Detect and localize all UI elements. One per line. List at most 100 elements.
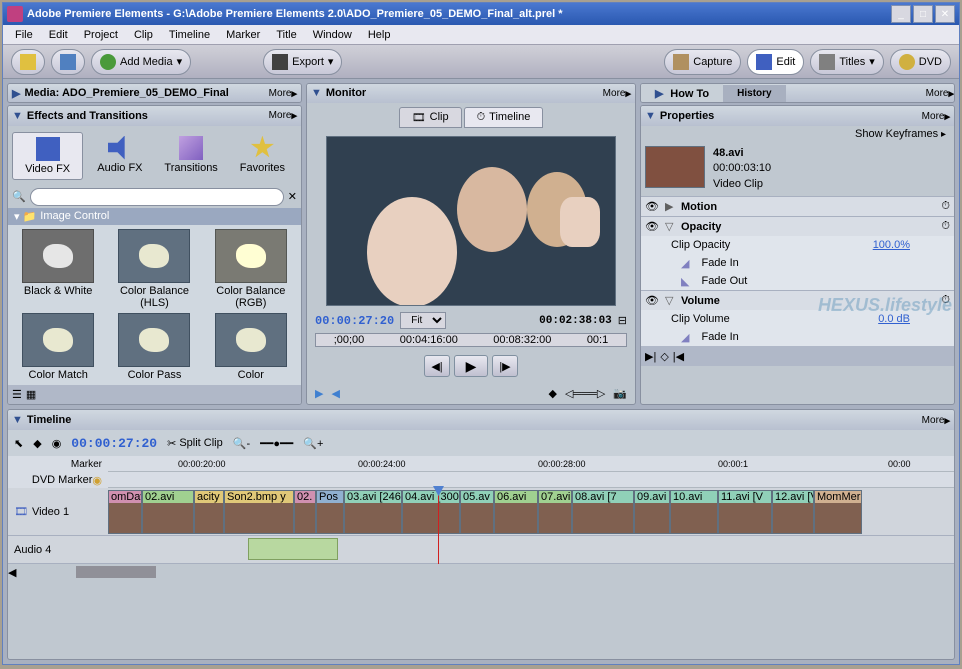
scroll-left-icon[interactable]: ◀ [8, 566, 16, 579]
dvd-button[interactable]: DVD [890, 49, 951, 75]
fx-search-input[interactable] [30, 188, 284, 206]
eye-icon[interactable]: 👁 [645, 200, 659, 213]
zoom-out-icon[interactable]: 🔍- [233, 437, 250, 450]
monitor-tab-timeline[interactable]: ⏱Timeline [464, 107, 544, 128]
timeline-clip[interactable]: 06.avi [494, 490, 538, 534]
fade-in-button[interactable]: ◢Fade In [641, 254, 954, 272]
marker-tool-icon[interactable]: ◆ [33, 437, 41, 450]
playhead[interactable] [438, 488, 439, 564]
titles-button[interactable]: Titles ▾ [810, 49, 883, 75]
menu-marker[interactable]: Marker [218, 27, 268, 43]
save-button[interactable] [51, 49, 85, 75]
play-button[interactable]: ▶ [454, 355, 488, 377]
timeline-clip[interactable]: 08.avi [7 [572, 490, 634, 534]
open-button[interactable] [11, 49, 45, 75]
timeline-clip[interactable]: MomMeri [814, 490, 862, 534]
split-clip-button[interactable]: ✂Split Clip [167, 437, 223, 450]
eye-icon[interactable]: 👁 [645, 220, 659, 233]
edit-mode-button[interactable]: Edit [747, 49, 804, 75]
timeline-clip[interactable]: 12.avi [V [772, 490, 814, 534]
menu-title[interactable]: Title [268, 27, 304, 43]
audio-clip[interactable] [248, 538, 338, 560]
grid-view-icon[interactable]: ▦ [26, 388, 36, 401]
monitor-more-button[interactable]: More [603, 88, 626, 99]
close-button[interactable]: ✕ [935, 5, 955, 23]
timeline-clip[interactable]: acity [194, 490, 224, 534]
dvd-marker-tool-icon[interactable]: ◉ [52, 437, 62, 450]
capture-button[interactable]: Capture [664, 49, 741, 75]
zoom-slider[interactable]: ━━●━━ [260, 437, 293, 450]
menu-help[interactable]: Help [360, 27, 399, 43]
vol-fade-in-button[interactable]: ◢Fade In [641, 328, 954, 346]
tab-history[interactable]: History [723, 85, 785, 102]
collapse-icon[interactable]: ▼ [12, 414, 23, 426]
shuttle-slider[interactable]: ◁═══▷ [565, 387, 605, 400]
timeline-clip[interactable]: 07.avi [538, 490, 572, 534]
zoom-fit-select[interactable]: Fit [400, 312, 446, 329]
media-panel-header[interactable]: ▶ Media: ADO_Premiere_05_DEMO_Final More… [8, 84, 301, 102]
fx-item[interactable]: Color Balance (RGB) [205, 229, 297, 309]
clear-search-icon[interactable]: ✕ [288, 190, 297, 203]
snapshot-icon[interactable]: 📷 [613, 387, 627, 400]
add-media-button[interactable]: Add Media ▾ [91, 49, 191, 75]
menu-window[interactable]: Window [305, 27, 360, 43]
scrollbar-thumb[interactable] [76, 566, 156, 578]
fx-item[interactable]: Color [205, 313, 297, 381]
fx-more-button[interactable]: More [269, 110, 292, 121]
fx-item[interactable]: Color Balance (HLS) [108, 229, 200, 309]
fx-item[interactable]: Color Match [12, 313, 104, 381]
timeline-clip[interactable]: omDav [108, 490, 142, 534]
in-point-icon[interactable]: ▶ [315, 387, 323, 400]
howto-more-button[interactable]: More [926, 88, 949, 99]
monitor-viewport[interactable] [326, 136, 616, 306]
prev-kf-icon[interactable]: ▶| [645, 350, 656, 363]
timeline-ruler[interactable]: 00:00:20:00 00:00:24:00 00:00:28:00 00:0… [108, 456, 954, 488]
export-button[interactable]: Export ▾ [263, 49, 342, 75]
next-kf-icon[interactable]: |◀ [673, 350, 684, 363]
show-keyframes-button[interactable]: Show Keyframes ▸ [641, 126, 954, 142]
eye-icon[interactable]: 👁 [645, 294, 659, 307]
timeline-clip[interactable]: Son2.bmp y [224, 490, 294, 534]
timeline-clip[interactable]: 02. [294, 490, 316, 534]
list-view-icon[interactable]: ☰ [12, 388, 22, 401]
fx-item[interactable]: Color Pass [108, 313, 200, 381]
prop-opacity[interactable]: 👁▽ Opacity ⏱ [641, 216, 954, 236]
timeline-more-button[interactable]: More [922, 415, 945, 426]
timeline-clip[interactable]: 11.avi [V [718, 490, 772, 534]
maximize-button[interactable]: □ [913, 5, 933, 23]
menu-edit[interactable]: Edit [41, 27, 76, 43]
opacity-value[interactable]: 100.0% [873, 239, 910, 251]
monitor-ruler[interactable]: ;00;00 00:04:16:00 00:08:32:00 00:1 [315, 333, 627, 347]
tab-howto[interactable]: ▶ How To [641, 84, 723, 103]
selection-tool-icon[interactable]: ⬉ [14, 437, 23, 450]
add-kf-icon[interactable]: ◇ [660, 350, 668, 363]
video-track[interactable]: omDav02.aviacitySon2.bmp y02.Pos03.avi [… [108, 488, 954, 536]
fx-folder-row[interactable]: ▾ 📁Image Control [8, 208, 301, 225]
marker-icon[interactable]: ◆ [549, 387, 557, 400]
fx-cat-favorites[interactable]: Favorites [228, 132, 297, 180]
media-more-button[interactable]: More [269, 88, 292, 99]
monitor-tab-clip[interactable]: 🎞Clip [399, 107, 462, 128]
minimize-button[interactable]: _ [891, 5, 911, 23]
menu-clip[interactable]: Clip [126, 27, 161, 43]
step-back-button[interactable]: ◀| [424, 355, 450, 377]
fade-out-button[interactable]: ◣Fade Out [641, 272, 954, 290]
timeline-clip[interactable]: 05.av [460, 490, 494, 534]
timeline-clip[interactable]: Pos [316, 490, 344, 534]
collapse-icon[interactable]: ▼ [12, 110, 23, 122]
fx-cat-video[interactable]: Video FX [12, 132, 83, 180]
stopwatch-icon[interactable]: ⏱ [941, 200, 950, 213]
timeline-timecode[interactable]: 00:00:27:20 [71, 436, 157, 451]
timeline-clip[interactable]: 02.avi [142, 490, 194, 534]
fx-cat-transitions[interactable]: Transitions [157, 132, 226, 180]
fx-item[interactable]: Black & White [12, 229, 104, 309]
collapse-icon[interactable]: ▼ [311, 87, 322, 99]
monitor-timecode[interactable]: 00:00:27:20 [315, 314, 394, 328]
zoom-in-icon[interactable]: 🔍+ [303, 437, 323, 450]
audio-track[interactable] [108, 536, 954, 564]
timeline-clip[interactable]: 09.avi [634, 490, 670, 534]
menu-project[interactable]: Project [76, 27, 126, 43]
menu-timeline[interactable]: Timeline [161, 27, 218, 43]
video-track-header[interactable]: 🎞 Video 1 [8, 488, 108, 536]
timeline-scrollbar[interactable]: ◀ [8, 564, 954, 580]
